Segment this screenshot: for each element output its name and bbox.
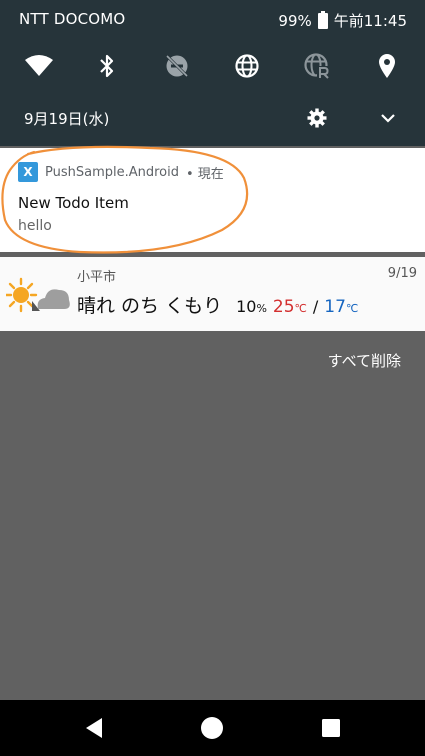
high-temp-value: 25 (272, 297, 295, 317)
low-temp-value: 17 (324, 297, 346, 317)
dnd-off-icon[interactable] (157, 46, 197, 86)
xamarin-app-icon: X (18, 162, 38, 182)
roaming-icon[interactable] (297, 46, 337, 86)
low-temp: 17℃ (324, 297, 358, 317)
carrier-label: NTT DOCOMO (19, 10, 126, 28)
bluetooth-icon[interactable] (87, 46, 127, 86)
notification-shade-header: NTT DOCOMO 99% 午前11:45 9月19日(水) (0, 0, 425, 146)
status-right: 99% 午前11:45 (278, 10, 407, 31)
notification-title: New Todo Item (18, 194, 129, 212)
notification-text: hello (18, 218, 52, 234)
quick-settings-row (0, 46, 425, 86)
globe-icon[interactable] (227, 46, 267, 86)
temp-separator: / (312, 297, 319, 316)
location-icon[interactable] (367, 46, 407, 86)
chevron-down-icon[interactable] (374, 104, 402, 132)
date-label: 9月19日(水) (24, 110, 110, 128)
battery-percent: 99% (278, 11, 312, 30)
notification-time: • 現在 (186, 166, 224, 182)
clock: 午前11:45 (333, 12, 407, 30)
date-row: 9月19日(水) (0, 100, 425, 136)
back-icon[interactable] (80, 714, 108, 742)
precip-unit: % (256, 302, 267, 315)
push-notification-card[interactable]: X PushSample.Android • 現在 New Todo Item … (0, 148, 425, 252)
home-icon[interactable] (198, 714, 226, 742)
clear-all-button[interactable]: すべて削除 (328, 350, 401, 371)
settings-gear-icon[interactable] (303, 104, 331, 132)
recents-icon[interactable] (317, 714, 345, 742)
precip-value: 10 (236, 297, 257, 316)
low-temp-unit: ℃ (345, 302, 359, 315)
weather-condition: 晴れ のち くもり (77, 295, 223, 317)
wifi-icon[interactable] (19, 46, 59, 86)
sun-then-cloud-icon (4, 275, 72, 317)
status-bar: NTT DOCOMO 99% 午前11:45 (0, 0, 425, 38)
high-temp-unit: ℃ (294, 302, 307, 315)
weather-date: 9/19 (387, 266, 417, 281)
precip-chance: 10% (236, 297, 267, 316)
high-temp: 25℃ (273, 297, 307, 317)
weather-summary: 晴れ のち くもり 10% 25℃ / 17℃ (77, 291, 358, 318)
navigation-bar (0, 700, 425, 756)
battery-icon (317, 10, 328, 29)
notification-header: X PushSample.Android • 現在 (18, 162, 224, 182)
weather-city: 小平市 (77, 270, 117, 285)
notification-app-name: PushSample.Android (45, 164, 179, 180)
weather-notification[interactable]: 小平市 9/19 晴れ のち くもり 10% 25℃ / 17℃ (0, 257, 425, 331)
